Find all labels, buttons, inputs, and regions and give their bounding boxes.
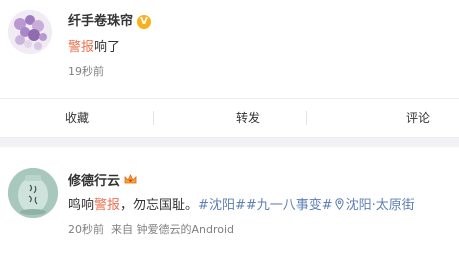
author-name[interactable]: 修德行云 (68, 174, 120, 189)
favorite-button[interactable]: 收藏 (27, 99, 127, 137)
avatar-porcelain-jar[interactable] (8, 168, 58, 218)
action-separator (306, 111, 307, 125)
weibo-post-2: 修德行云 鸣响警报，勿忘国耻。#沈阳##九一八事变# 沈阳·太原街 20秒前 来自… (0, 146, 459, 258)
action-separator (153, 111, 154, 125)
comment-button[interactable]: 评论 (368, 99, 459, 137)
verified-badge-icon: V (137, 15, 152, 29)
post-author[interactable]: 修德行云 (68, 170, 137, 189)
post-content: 警报响了 (68, 36, 120, 55)
post-action-bar: 收藏 转发 评论 (0, 99, 459, 137)
location-text[interactable]: 沈阳·太原街 (346, 198, 415, 213)
repost-button[interactable]: 转发 (198, 99, 298, 137)
location-pin-icon (335, 198, 344, 210)
content-text: 响了 (94, 40, 121, 55)
content-text: 鸣响 (68, 198, 95, 213)
post-content: 鸣响警报，勿忘国耻。#沈阳##九一八事变# 沈阳·太原街 (68, 194, 415, 213)
content-text: ，勿忘国耻。 (120, 198, 199, 213)
keyword-highlight[interactable]: 警报 (68, 40, 94, 55)
location-link[interactable]: 沈阳·太原街 (333, 198, 415, 213)
weibo-post-1: 纤手卷珠帘 V 警报响了 19秒前 (0, 0, 459, 90)
post-author[interactable]: 纤手卷珠帘 V (68, 10, 152, 29)
keyword-highlight[interactable]: 警报 (94, 198, 120, 213)
author-name[interactable]: 纤手卷珠帘 (68, 14, 133, 29)
crown-icon (124, 174, 137, 184)
topic-hashtags[interactable]: #沈阳##九一八事变# (198, 198, 333, 213)
post-meta: 20秒前 来自 钟爱德云的Android (68, 223, 235, 236)
post-timestamp[interactable]: 19秒前 (68, 63, 104, 79)
avatar-purple-flowers[interactable] (8, 10, 52, 54)
